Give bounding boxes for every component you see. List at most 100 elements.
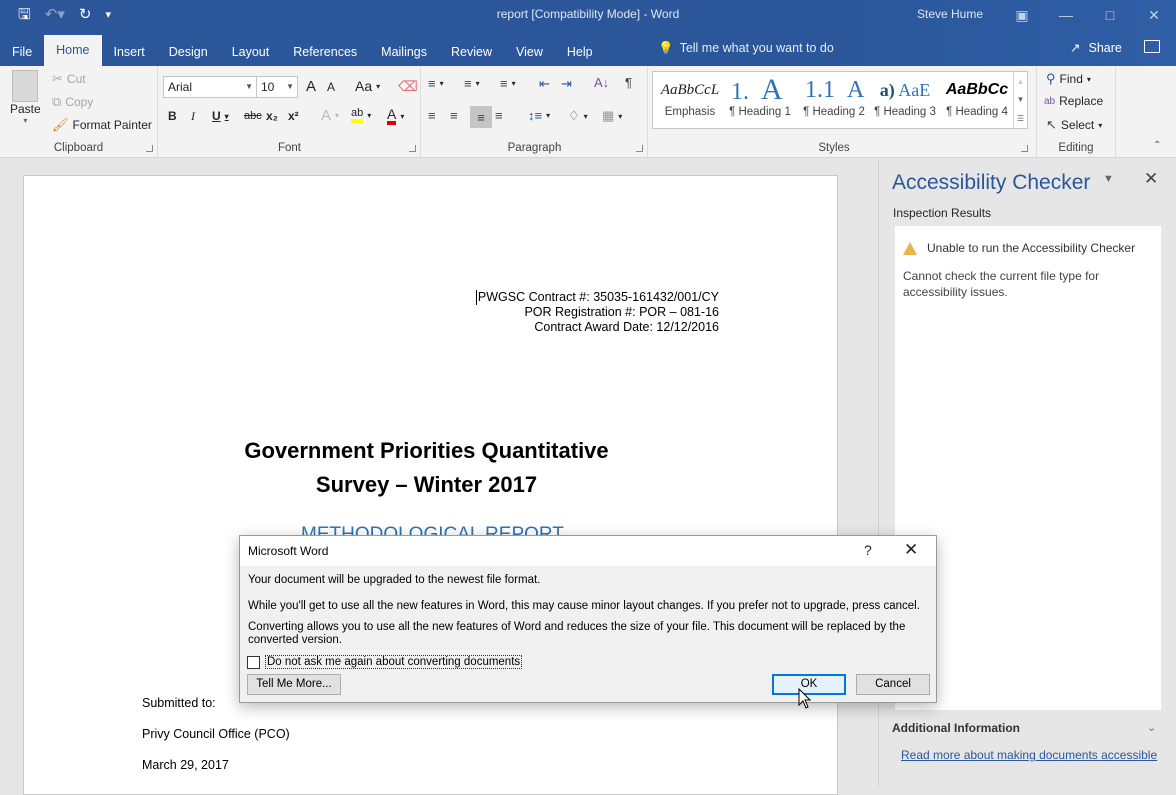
cut-button[interactable]: ✂ Cut [52, 71, 86, 87]
more-styles-icon[interactable]: ☰ [1017, 114, 1024, 123]
style-heading-4[interactable]: AaBbCc ¶ Heading 4 [941, 72, 1013, 128]
font-color-button[interactable]: A ▾ [387, 107, 404, 125]
clipboard-launcher-icon[interactable] [146, 145, 153, 152]
shading-button[interactable]: ♢ ▾ [568, 108, 588, 124]
tab-file[interactable]: File [0, 38, 44, 66]
font-launcher-icon[interactable] [409, 145, 416, 152]
paragraph-group: ≡▾ ≡▾ ≡▾ ⇤ ⇥ A↓ ¶ ≡ ≡ ≡ ≡ ↕≡▾ ♢▾ ▦▾ Font… [422, 66, 648, 158]
tab-design[interactable]: Design [157, 38, 220, 66]
tell-me-more-button[interactable]: Tell Me More... [247, 674, 341, 695]
chevron-down-icon: ▾ [546, 111, 551, 120]
shrink-font-button[interactable]: A [327, 80, 335, 94]
superscript-icon: x² [288, 109, 299, 123]
copy-button[interactable]: ⧉ Copy [52, 94, 93, 110]
redo-icon[interactable]: ↻ [79, 4, 92, 26]
style-emphasis[interactable]: AaBbCcL Emphasis [657, 72, 723, 128]
replace-label: Replace [1059, 94, 1104, 108]
undo-icon[interactable]: ↶▾ [45, 4, 65, 26]
borders-icon: ▦ [602, 108, 615, 123]
paste-button[interactable]: Paste ▾ [10, 70, 41, 125]
ribbon-display-options-icon[interactable]: ▣ [1000, 0, 1044, 30]
paragraph-launcher-icon[interactable] [636, 145, 643, 152]
help-icon[interactable]: ? [864, 542, 872, 558]
numbering-button[interactable]: ≡ ▾ [464, 76, 480, 91]
save-icon[interactable]: 🖫 [18, 4, 31, 26]
chevron-down-icon[interactable]: ⌄ [1147, 721, 1156, 734]
highlight-button[interactable]: ab ▾ [351, 107, 371, 123]
tab-references[interactable]: References [281, 38, 369, 66]
align-left-button[interactable]: ≡ [428, 108, 436, 123]
tab-review[interactable]: Review [439, 38, 504, 66]
tab-home[interactable]: Home [44, 35, 102, 66]
paragraph-group-label: Paragraph [507, 142, 562, 154]
chevron-down-icon: ▾ [475, 79, 480, 88]
bold-button[interactable]: B [168, 109, 177, 123]
find-button[interactable]: ⚲ Find ▾ [1046, 71, 1091, 87]
tell-me-search[interactable]: 💡 Tell me what you want to do [658, 34, 834, 62]
additional-information-header[interactable]: Additional Information [892, 721, 1020, 735]
line-spacing-button[interactable]: ↕≡ ▾ [528, 108, 550, 123]
change-case-button[interactable]: Aa ▾ [355, 78, 380, 94]
select-label: Select [1060, 118, 1095, 132]
tab-layout[interactable]: Layout [220, 38, 282, 66]
tab-insert[interactable]: Insert [102, 38, 157, 66]
editing-group-label: Editing [1058, 142, 1094, 154]
styles-scroll[interactable]: ▲ ▼ ☰ [1013, 72, 1027, 128]
tab-mailings[interactable]: Mailings [369, 38, 439, 66]
increase-indent-button[interactable]: ⇥ [561, 76, 572, 92]
share-button[interactable]: ↗ Share [1070, 34, 1122, 62]
increase-indent-icon: ⇥ [561, 76, 572, 91]
minimize-icon[interactable]: — [1044, 0, 1088, 30]
italic-button[interactable]: I [191, 109, 195, 124]
align-center-button[interactable]: ≡ [450, 108, 458, 123]
superscript-button[interactable]: x² [288, 109, 299, 123]
styles-launcher-icon[interactable] [1021, 145, 1028, 152]
style-heading-2[interactable]: 1.1 A ¶ Heading 2 [797, 72, 871, 128]
close-icon[interactable]: ✕ [1132, 0, 1176, 30]
subscript-button[interactable]: x₂ [266, 109, 278, 123]
grow-font-button[interactable]: A [306, 78, 316, 95]
heading2-preview: 1.1 [805, 77, 835, 103]
bullets-button[interactable]: ≡ ▾ [428, 76, 444, 91]
do-not-ask-label[interactable]: Do not ask me again about converting doc… [265, 655, 523, 669]
dialog-close-icon[interactable]: ✕ [904, 540, 918, 560]
strikethrough-button[interactable]: abc [244, 110, 262, 122]
scroll-up-icon[interactable]: ▲ [1017, 77, 1025, 86]
font-family-select[interactable]: Arial ▼ [163, 76, 257, 98]
style-heading-3[interactable]: a) AaE ¶ Heading 3 [871, 72, 939, 128]
justify-button[interactable]: ≡ [495, 108, 503, 123]
comments-icon[interactable] [1144, 40, 1160, 53]
font-size-select[interactable]: 10 ▼ [256, 76, 298, 98]
chevron-down-icon: ▾ [1086, 74, 1091, 84]
chevron-down-icon: ▾ [224, 111, 229, 121]
clear-formatting-button[interactable]: ⌫ [398, 78, 418, 95]
customize-qat-icon[interactable]: ▾ [105, 4, 111, 26]
multilevel-list-button[interactable]: ≡ ▾ [500, 76, 516, 91]
select-button[interactable]: ↖ Select ▾ [1046, 117, 1102, 133]
align-right-button[interactable]: ≡ [470, 106, 492, 128]
scroll-down-icon[interactable]: ▼ [1017, 95, 1025, 104]
tab-help[interactable]: Help [555, 38, 605, 66]
underline-button[interactable]: U ▾ [212, 109, 229, 123]
do-not-ask-checkbox[interactable] [247, 656, 260, 669]
pane-options-icon[interactable]: ▼ [1103, 173, 1114, 185]
text-effects-button[interactable]: A ▾ [321, 107, 339, 124]
borders-button[interactable]: ▦ ▾ [602, 108, 622, 124]
cancel-button[interactable]: Cancel [856, 674, 930, 695]
accessibility-help-link[interactable]: Read more about making documents accessi… [901, 748, 1157, 762]
tab-view[interactable]: View [504, 38, 555, 66]
organization-name: Privy Council Office (PCO) [142, 727, 290, 741]
style-heading-1[interactable]: 1. A ¶ Heading 1 [725, 72, 795, 128]
replace-button[interactable]: ab Replace [1044, 94, 1103, 108]
maximize-icon[interactable]: □ [1088, 0, 1132, 30]
chevron-down-icon: ▾ [400, 111, 405, 121]
format-painter-button[interactable]: 🖌 Format Painter [52, 117, 152, 133]
collapse-ribbon-icon[interactable]: ⌃ [1153, 140, 1161, 151]
user-name[interactable]: Steve Hume [917, 7, 983, 21]
decrease-indent-button[interactable]: ⇤ [539, 76, 550, 92]
pane-close-icon[interactable]: ✕ [1144, 169, 1158, 189]
show-hide-button[interactable]: ¶ [625, 75, 632, 90]
chevron-down-icon: ▼ [286, 82, 294, 91]
line-spacing-icon: ↕≡ [528, 108, 543, 123]
sort-button[interactable]: A↓ [594, 75, 609, 90]
